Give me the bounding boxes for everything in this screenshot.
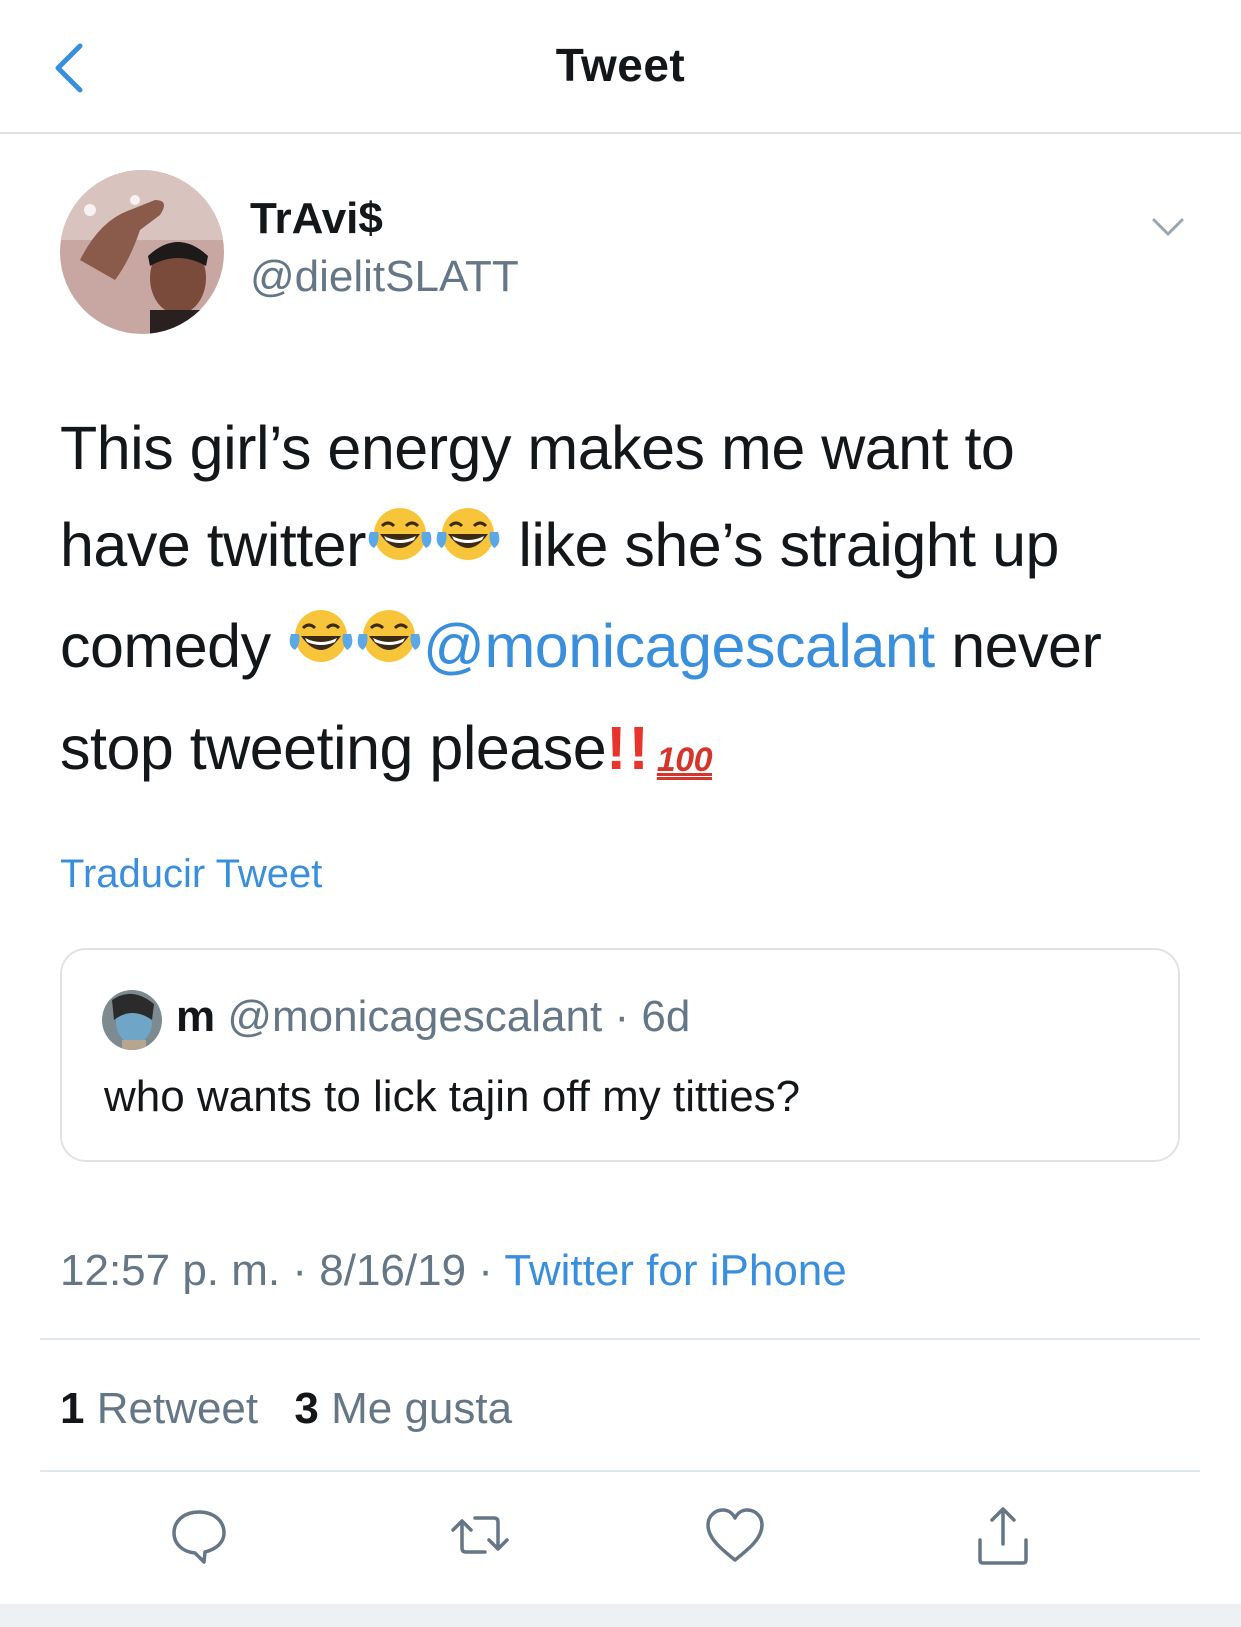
tweet-text-segment: comedy xyxy=(60,612,288,681)
author-handle[interactable]: @dielitSLATT xyxy=(250,252,519,302)
tweet-text-segment: stop tweeting please xyxy=(60,713,607,782)
likes-stat[interactable]: 3 Me gusta xyxy=(294,1384,512,1433)
bottom-edge xyxy=(0,1604,1241,1627)
separator-dot: · xyxy=(614,992,630,1041)
chevron-down-icon xyxy=(1152,218,1184,236)
separator-dot: · xyxy=(466,1246,505,1295)
tweet-text: This girl’s energy makes me want to have… xyxy=(60,400,1190,797)
tweet-text-segment: like she’s straight up xyxy=(501,511,1059,579)
reply-button[interactable] xyxy=(164,1500,234,1570)
quoted-author-avatar xyxy=(102,990,162,1050)
tweet-text-segment: never xyxy=(934,612,1102,681)
quoted-tweet-text: who wants to lick tajin off my titties? xyxy=(104,1072,801,1121)
retweets-stat[interactable]: 1 Retweet xyxy=(60,1384,258,1433)
tweet-text-segment: have twitter xyxy=(60,511,366,579)
page-title: Tweet xyxy=(555,39,686,91)
retweets-count: 1 xyxy=(60,1384,85,1433)
double-exclamation-emoji-icon: !! xyxy=(606,713,651,782)
likes-label: Me gusta xyxy=(331,1384,513,1433)
author-display-name[interactable]: TrAvi$ xyxy=(250,194,383,244)
like-icon xyxy=(706,1508,764,1562)
translate-tweet-link[interactable]: Traducir Tweet xyxy=(60,852,322,897)
mention-link[interactable]: @monicagescalant xyxy=(423,612,935,680)
tears-of-joy-emoji-icon xyxy=(434,495,502,592)
tweet-line: comedy @monicagescalant never xyxy=(60,598,1190,699)
tears-of-joy-emoji-icon xyxy=(355,597,423,694)
quoted-author-handle: @monicagescalant xyxy=(227,992,603,1041)
tweet-line: stop tweeting please!! 100 xyxy=(60,700,1190,797)
navigation-bar: Tweet xyxy=(0,0,1241,134)
retweet-button[interactable] xyxy=(445,1500,515,1570)
tweet-date: 8/16/19 xyxy=(319,1246,467,1295)
tweet-line: have twitter like she’s straight up xyxy=(60,497,1190,598)
tweet-stats: 1 Retweet 3 Me gusta xyxy=(60,1384,536,1434)
tweet-line: This girl’s energy makes me want to xyxy=(60,414,1015,482)
tweet-meta: 12:57 p. m. · 8/16/19 · Twitter for iPho… xyxy=(60,1246,847,1296)
action-bar xyxy=(0,1500,1241,1580)
quoted-tweet-card[interactable]: m @monicagescalant · 6d who wants to lic… xyxy=(60,948,1180,1162)
quoted-separator: · xyxy=(602,992,641,1041)
share-button[interactable] xyxy=(968,1500,1038,1570)
author-avatar[interactable] xyxy=(60,170,224,334)
likes-count: 3 xyxy=(294,1384,319,1433)
retweets-label: Retweet xyxy=(96,1384,259,1433)
quoted-tweet-time: 6d xyxy=(641,992,691,1041)
quoted-author-name: m xyxy=(176,992,216,1041)
share-icon xyxy=(978,1507,1028,1565)
divider xyxy=(40,1338,1200,1340)
more-options-button[interactable] xyxy=(1148,212,1188,242)
divider xyxy=(40,1470,1200,1472)
reply-icon xyxy=(172,1510,226,1564)
tweet-time: 12:57 p. m. xyxy=(60,1246,281,1295)
like-button[interactable] xyxy=(700,1500,770,1570)
quoted-tweet-header: m @monicagescalant · 6d xyxy=(176,992,690,1042)
retweet-icon xyxy=(451,1516,509,1554)
tears-of-joy-emoji-icon xyxy=(287,597,355,694)
tears-of-joy-emoji-icon xyxy=(366,495,434,592)
hundred-points-emoji-icon: 100 xyxy=(656,740,713,779)
tweet-source-link[interactable]: Twitter for iPhone xyxy=(504,1246,846,1295)
separator-dot: · xyxy=(280,1246,320,1295)
